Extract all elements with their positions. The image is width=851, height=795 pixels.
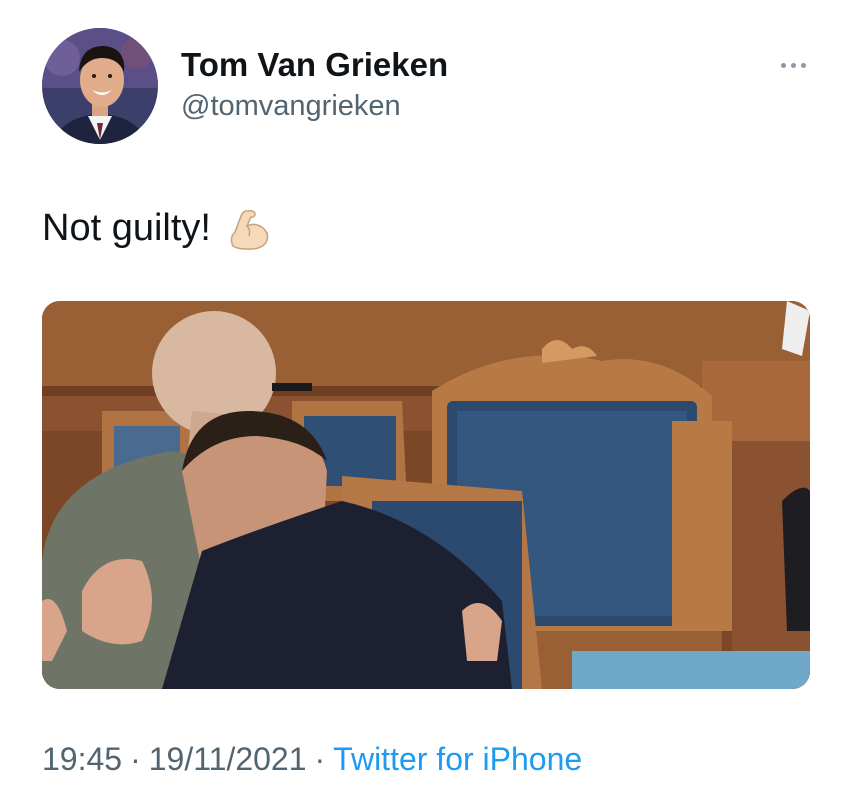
flexed-biceps-icon xyxy=(230,210,269,250)
avatar-image xyxy=(42,28,158,144)
photo-courtroom-hug xyxy=(42,301,810,689)
author-name[interactable]: Tom Van Grieken xyxy=(181,46,448,84)
tweet-text: Not guilty! xyxy=(42,204,273,252)
meta-separator: · xyxy=(314,741,326,777)
tweet-time[interactable]: 19:45 xyxy=(42,741,122,777)
more-options-icon[interactable] xyxy=(773,55,813,75)
tweet-date[interactable]: 19/11/2021 xyxy=(149,741,307,777)
author-avatar[interactable] xyxy=(42,28,158,144)
tweet-media-photo[interactable] xyxy=(42,301,810,689)
tweet-metadata: 19:45 · 19/11/2021 · Twitter for iPhone xyxy=(42,741,582,778)
author-handle[interactable]: @tomvangrieken xyxy=(181,90,401,123)
tweet-source-link[interactable]: Twitter for iPhone xyxy=(333,741,582,777)
meta-separator: · xyxy=(130,741,141,777)
tweet-body: Not guilty! xyxy=(42,206,211,249)
